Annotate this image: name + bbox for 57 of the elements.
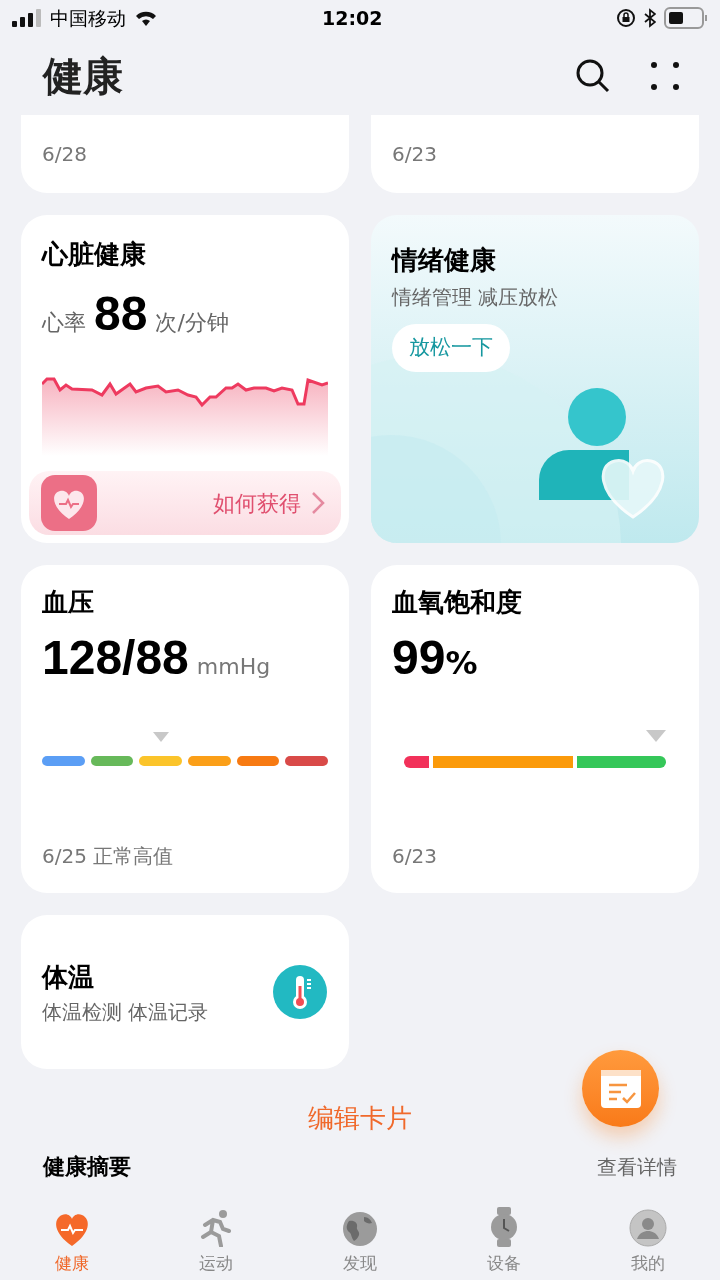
card-title: 血压 <box>42 586 95 619</box>
checklist-icon <box>600 1069 641 1108</box>
tab-item[interactable]: 健康 <box>0 1200 144 1280</box>
add-record-button[interactable] <box>582 1050 659 1127</box>
body-temperature-card[interactable]: 体温 体温检测 体温记录 <box>21 915 349 1069</box>
thermometer-icon <box>272 964 328 1020</box>
heart-rate-label: 心率 <box>42 309 86 337</box>
card-title: 血氧饱和度 <box>392 586 523 619</box>
chevron-right-icon <box>311 491 325 515</box>
watch-icon <box>489 1206 519 1247</box>
how-to-get-link[interactable]: 如何获得 <box>213 486 301 520</box>
carrier-name: 中国移动 <box>50 5 126 31</box>
section-title: 健康摘要 <box>43 1153 131 1181</box>
heart-icon <box>53 1212 91 1247</box>
reading-unit: mmHg <box>196 653 271 681</box>
card-date: 6/23 <box>392 141 437 168</box>
how-to-get-banner[interactable]: 如何获得 <box>29 471 341 535</box>
blood-oxygen-card[interactable]: 血氧饱和度 99% 6/23 <box>371 565 699 893</box>
heart-health-card[interactable]: 心脏健康 心率 88 次/分钟 如何获得 <box>21 215 349 543</box>
rotation-lock-icon <box>616 8 636 28</box>
blood-pressure-card[interactable]: 血压 128/88 mmHg 6/25 正常高值 <box>21 565 349 893</box>
reading-value: 128/88 <box>42 630 189 686</box>
heart-app-icon <box>41 475 97 531</box>
clock-time: 12:02 <box>322 5 383 31</box>
signal-icon <box>12 9 42 27</box>
mood-health-card[interactable]: 情绪健康 情绪管理 减压放松 放松一下 <box>371 215 699 543</box>
tab-item[interactable]: 运动 <box>144 1200 288 1280</box>
running-icon <box>199 1208 233 1247</box>
tab-item[interactable]: 发现 <box>288 1200 432 1280</box>
card-date: 6/28 <box>42 141 87 168</box>
health-card[interactable]: 6/28 <box>21 115 349 193</box>
heart-rate-unit: 次/分钟 <box>155 309 229 337</box>
more-icon[interactable] <box>651 61 679 90</box>
health-card[interactable]: 6/23 <box>371 115 699 193</box>
reading-value: 99 <box>392 630 446 686</box>
page-title: 健康 <box>43 51 123 101</box>
edit-cards-button[interactable]: 编辑卡片 <box>308 1099 412 1138</box>
reading-unit: % <box>445 643 478 684</box>
battery-icon <box>664 7 708 29</box>
tab-item[interactable]: 设备 <box>432 1200 576 1280</box>
wifi-icon <box>134 9 158 27</box>
profile-icon <box>629 1208 667 1247</box>
card-date: 6/25 正常高值 <box>42 843 175 870</box>
tab-item[interactable]: 我的 <box>576 1200 720 1280</box>
marker-icon <box>644 728 668 744</box>
globe-icon <box>342 1210 378 1247</box>
view-details-link[interactable]: 查看详情 <box>597 1151 677 1182</box>
card-subtitle: 体温检测 体温记录 <box>42 998 209 1026</box>
card-date: 6/23 <box>392 843 438 870</box>
card-title: 体温 <box>42 960 95 994</box>
card-title: 情绪健康 <box>392 244 497 277</box>
bluetooth-icon <box>644 8 656 28</box>
card-title: 心脏健康 <box>42 238 147 271</box>
relax-button[interactable]: 放松一下 <box>392 324 510 372</box>
card-subtitle: 情绪管理 减压放松 <box>392 284 560 311</box>
search-icon[interactable] <box>575 57 611 94</box>
heart-rate-value: 88 <box>94 286 148 342</box>
